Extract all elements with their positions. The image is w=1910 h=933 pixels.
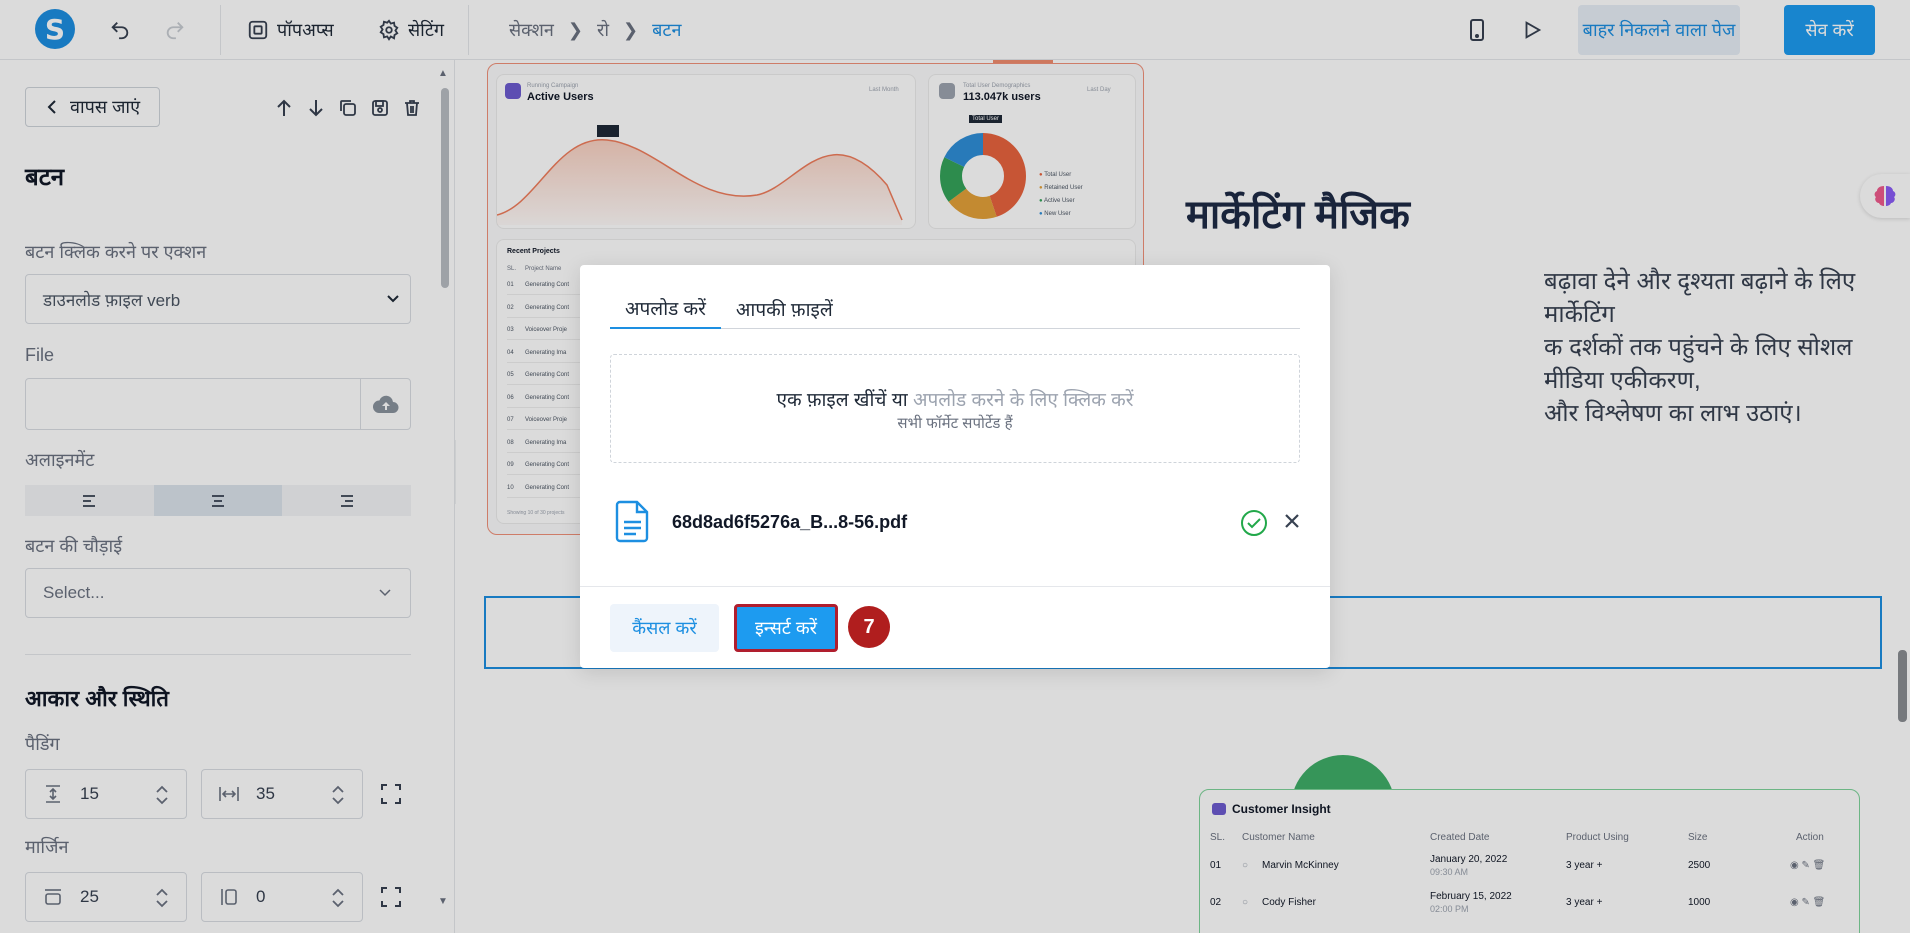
insert-button[interactable]: इन्सर्ट करें (734, 604, 838, 652)
dropzone-formats-text: सभी फॉर्मेट सपोर्टेड हैं (897, 415, 1013, 432)
document-icon (614, 499, 652, 548)
check-circle-icon (1240, 509, 1268, 542)
tab-upload[interactable]: अपलोड करें (610, 289, 721, 329)
dropzone-click-link[interactable]: अपलोड करने के लिए क्लिक करें (913, 390, 1134, 411)
modal-divider (580, 586, 1330, 587)
cancel-button[interactable]: कैंसल करें (610, 604, 719, 652)
dropzone-drag-text: एक फ़ाइल खींचें या (776, 390, 908, 411)
tab-your-files[interactable]: आपकी फ़ाइलें (721, 289, 848, 329)
step-number-badge: 7 (848, 606, 890, 648)
uploaded-file-name: 68d8ad6f5276a_B...8-56.pdf (672, 512, 908, 532)
file-dropzone[interactable]: एक फ़ाइल खींचें या अपलोड करने के लिए क्ल… (610, 354, 1300, 463)
modal-tabs: अपलोड करें आपकी फ़ाइलें (610, 289, 1300, 329)
upload-modal: अपलोड करें आपकी फ़ाइलें एक फ़ाइल खींचें … (580, 265, 1330, 668)
uploaded-file-row: 68d8ad6f5276a_B...8-56.pdf (610, 497, 1300, 547)
close-icon[interactable] (1282, 511, 1302, 536)
dropzone-text: एक फ़ाइल खींचें या अपलोड करने के लिए क्ल… (611, 386, 1299, 412)
